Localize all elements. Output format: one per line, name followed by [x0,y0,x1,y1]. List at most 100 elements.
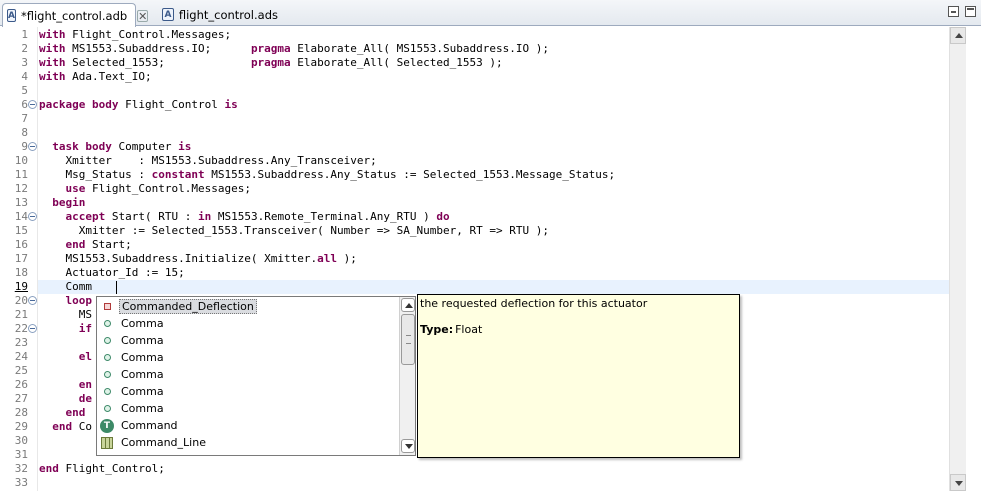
code-line: with Flight_Control.Messages; [39,28,231,42]
line-number: 32 [14,462,28,475]
line-number: 10 [14,154,28,167]
keyword-token: el [78,350,92,363]
keyword-token: pragma [250,42,291,55]
completion-item[interactable]: Comma [100,383,398,400]
minimize-icon[interactable] [948,6,959,17]
line-number: 11 [14,168,28,181]
keyword-token: is [224,98,238,111]
line-number: 13 [14,196,28,209]
keyword-token: do [436,210,450,223]
code-token: MS1553.Subaddress.Any_Status := Selected… [204,168,616,181]
code-line: end Start; [39,238,132,252]
editor-tab-bar: A *flight_control.adb ✕ A flight_control… [0,0,981,27]
line-number: 30 [14,434,28,447]
scroll-down-icon[interactable] [950,474,966,491]
fold-toggle-icon[interactable] [28,296,37,305]
completion-item-label: Comma [121,334,164,347]
code-token: MS1553.Subaddress.Initialize( Xmitter. [39,252,318,265]
literal-icon [100,402,114,416]
completion-popup[interactable]: Commanded_Deflection Comma Comma Comma Comma… [96,296,416,456]
code-line: with Ada.Text_IO; [39,70,152,84]
line-number: 12 [14,182,28,195]
line-number: 9 [21,140,28,153]
completion-item[interactable]: Comma [100,400,398,417]
keyword-token: with [39,28,66,41]
code-token: Msg_Status : [39,168,152,181]
code-token: Co [72,420,92,433]
code-token: Selected_1553; [65,56,251,69]
keyword-token: task [52,140,79,153]
line-number: 22 [14,322,28,335]
package-icon [100,436,114,450]
keyword-token: with [39,56,66,69]
keyword-token: all [317,252,338,265]
fold-toggle-icon[interactable] [28,212,37,221]
tab-flight-control-ads[interactable]: A flight_control.ads [158,3,278,26]
code-line: with Selected_1553; pragma Elaborate_All… [39,56,503,70]
code-line: en [39,378,92,392]
code-line: MS1553.Subaddress.Initialize( Xmitter.al… [39,252,357,266]
code-line: begin [39,196,85,210]
scroll-up-icon[interactable] [950,27,966,44]
code-line: Comm [39,280,92,294]
completion-item-label: Comma [121,368,164,381]
code-token: Comm [39,280,92,293]
editor-vertical-scrollbar[interactable] [949,27,966,491]
completion-item[interactable]: T Command [100,417,398,434]
fold-toggle-icon[interactable] [28,100,37,109]
code-line: if [39,322,92,336]
code-token: Flight_Control [118,98,225,111]
code-token: Xmitter := Selected_1553.Transceiver( Nu… [39,224,549,237]
keyword-token: begin [52,196,86,209]
code-token: ); [337,252,357,265]
fold-toggle-icon[interactable] [28,324,37,333]
keyword-token: in [197,210,212,223]
field-icon [100,300,114,314]
close-icon[interactable]: ✕ [137,9,149,22]
tab-flight-control-adb[interactable]: A *flight_control.adb ✕ [2,3,149,27]
code-line: end [39,406,86,420]
completion-item[interactable]: Comma [100,315,398,332]
keyword-token: end [39,462,59,475]
scroll-up-icon[interactable] [401,298,415,312]
line-number: 24 [14,350,28,363]
code-line: de [39,392,92,406]
code-line: task body Computer is [39,140,191,154]
keyword-token: with [39,70,66,83]
line-number: 19 [14,280,28,293]
line-number: 18 [14,266,28,279]
code-token: Elaborate_All( MS1553.Subaddress.IO ); [290,42,549,55]
maximize-icon[interactable] [965,6,976,17]
fold-toggle-icon[interactable] [28,142,37,151]
line-number: 4 [21,70,28,83]
ada-file-icon: A [162,8,174,21]
scroll-down-icon[interactable] [401,439,415,453]
completion-item[interactable]: Command_Line [100,434,398,451]
line-number: 3 [21,56,28,69]
completion-item-label: Comma [121,385,164,398]
code-line: use Flight_Control.Messages; [39,182,251,196]
keyword-token: constant [151,168,205,181]
completion-item[interactable]: Commanded_Deflection [100,298,398,315]
completion-scrollbar[interactable] [399,297,415,455]
completion-item[interactable]: Comma [100,366,398,383]
code-line: end Co [39,420,92,434]
gutter-divider [37,27,38,491]
keyword-token: body [91,98,119,111]
completion-item[interactable]: Comma [100,332,398,349]
completion-item[interactable]: Comma [100,349,398,366]
current-line-highlight [38,280,949,294]
code-token: Ada.Text_IO; [65,70,152,83]
doc-type-label: Type: [420,323,454,336]
line-number: 29 [14,420,28,433]
code-line: Actuator_Id := 15; [39,266,184,280]
scroll-thumb[interactable] [401,314,415,365]
